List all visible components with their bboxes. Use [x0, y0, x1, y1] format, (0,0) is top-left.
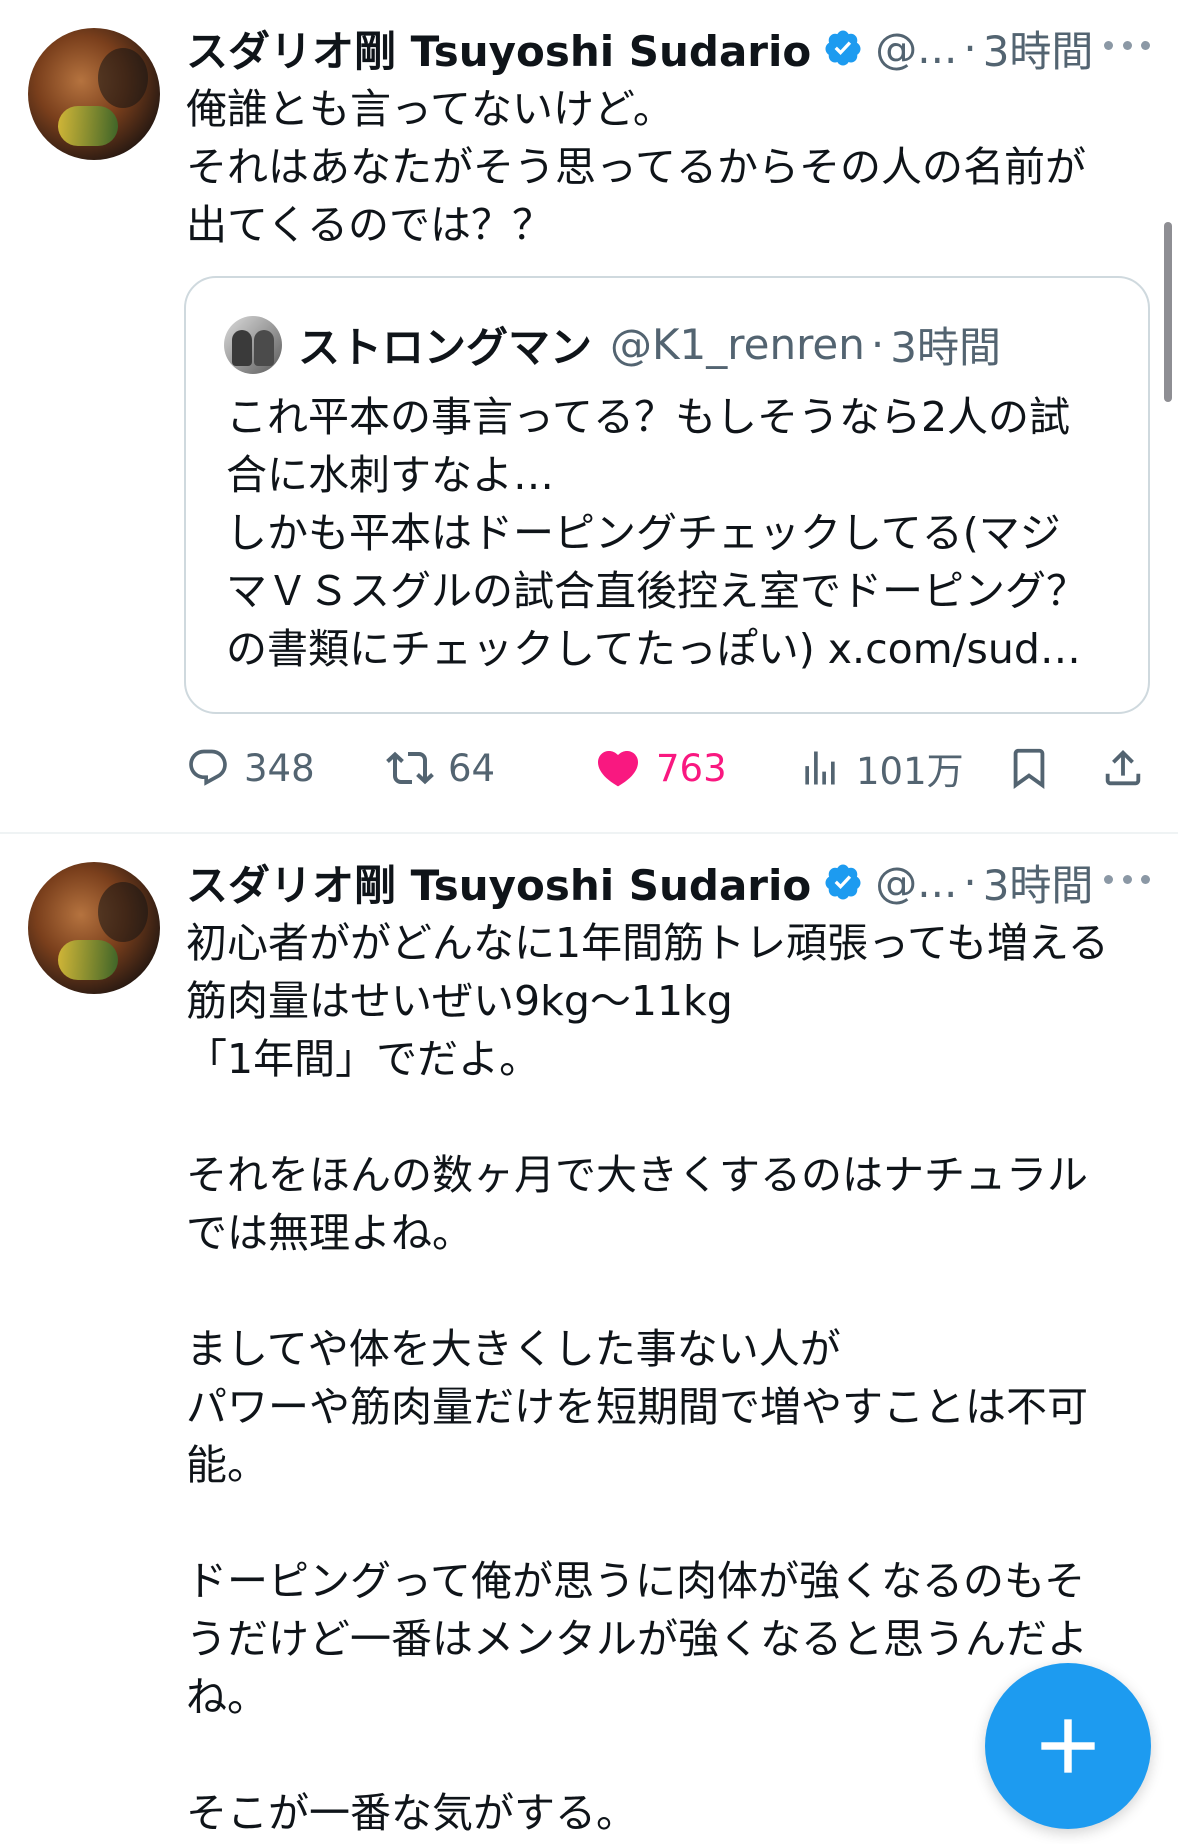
quoted-tweet[interactable]: ストロングマン @K1_renren · 3時間 これ平本の事言ってる？もしそう… [184, 276, 1150, 714]
quote-author-handle: @K1_renren [610, 319, 865, 369]
action-bar: 348 64 763 101万 [186, 740, 1146, 796]
tweet-header: スダリオ剛 Tsuyoshi Sudario @... · 3時間 [186, 852, 1093, 912]
more-dots-icon[interactable] [1104, 864, 1150, 894]
like-count: 763 [656, 746, 727, 790]
separator-dot: · [963, 857, 977, 907]
bookmark-icon [1013, 748, 1045, 789]
verified-badge-icon [825, 30, 861, 66]
separator-dot: · [963, 23, 977, 73]
timestamp[interactable]: 3時間 [983, 18, 1094, 79]
reply-button[interactable]: 348 [186, 740, 315, 796]
reply-icon [189, 749, 227, 786]
plus-icon [1041, 1719, 1095, 1773]
quote-header: ストロングマン @K1_renren · 3時間 [298, 314, 1001, 374]
quote-text: これ平本の事言ってる？もしそうなら2人の試 合に水刺すなよ… しかも平本はドーピ… [226, 393, 1087, 673]
share-button[interactable] [1100, 740, 1146, 796]
scrollbar[interactable] [1164, 222, 1172, 402]
tweet[interactable]: スダリオ剛 Tsuyoshi Sudario @... · 3時間 俺誰とも言っ… [0, 0, 1178, 832]
author-handle[interactable]: @... [875, 858, 957, 907]
bookmark-button[interactable] [1006, 740, 1052, 796]
views-button[interactable]: 101万 [798, 740, 964, 796]
avatar[interactable] [28, 28, 160, 160]
quote-avatar [224, 316, 282, 374]
more-dots-icon[interactable] [1104, 30, 1150, 60]
separator-dot: · [870, 319, 885, 369]
retweet-icon [386, 751, 434, 785]
retweet-count: 64 [448, 746, 496, 790]
avatar[interactable] [28, 862, 160, 994]
author-name[interactable]: スダリオ剛 Tsuyoshi Sudario [186, 18, 811, 79]
author-name[interactable]: スダリオ剛 Tsuyoshi Sudario [186, 852, 811, 913]
author-handle[interactable]: @... [875, 24, 957, 73]
tweet-header: スダリオ剛 Tsuyoshi Sudario @... · 3時間 [186, 18, 1093, 78]
share-icon [1105, 749, 1141, 786]
views-chart-icon [805, 751, 835, 785]
verified-badge-icon [825, 864, 861, 900]
tweet-text: 俺誰とも言ってないけど。 それはあなたがそう思ってるからその人の名前が 出てくる… [186, 85, 1086, 249]
reply-count: 348 [244, 746, 315, 790]
tweet[interactable]: スダリオ剛 Tsuyoshi Sudario @... · 3時間 初心者ががど… [0, 834, 1178, 1844]
heart-icon [597, 751, 639, 787]
retweet-button[interactable]: 64 [386, 740, 495, 796]
views-count: 101万 [856, 750, 964, 793]
compose-button[interactable] [985, 1663, 1151, 1829]
like-button[interactable]: 763 [594, 740, 727, 796]
quote-author-name: ストロングマン [298, 322, 593, 372]
quote-timestamp: 3時間 [890, 322, 1001, 372]
timestamp[interactable]: 3時間 [983, 852, 1094, 913]
